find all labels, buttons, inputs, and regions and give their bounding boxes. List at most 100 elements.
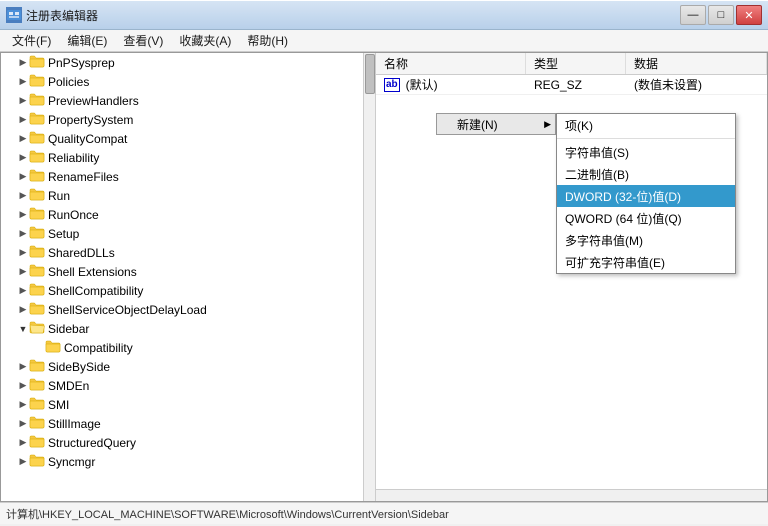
tree-item-label: ShellServiceObjectDelayLoad	[48, 303, 207, 317]
maximize-button[interactable]: □	[708, 5, 734, 25]
tree-item-label: Policies	[48, 75, 89, 89]
tree-scroll-thumb[interactable]	[365, 54, 375, 94]
context-menu-item-string[interactable]: 字符串值(S)	[557, 141, 735, 163]
tree-item-shellserviceobjectdelayload[interactable]: ▶ ShellServiceObjectDelayLoad	[1, 300, 363, 319]
menu-favorites[interactable]: 收藏夹(A)	[171, 30, 239, 51]
menu-view[interactable]: 查看(V)	[115, 30, 171, 51]
folder-closed-icon	[29, 92, 48, 109]
tree-vertical-scrollbar[interactable]	[363, 53, 375, 501]
menu-help[interactable]: 帮助(H)	[239, 30, 296, 51]
tree-item-qualitycompat[interactable]: ▶ QualityCompat	[1, 129, 363, 148]
tree-item-propertysystem[interactable]: ▶ PropertySystem	[1, 110, 363, 129]
app-icon	[6, 7, 22, 23]
new-submenu-trigger[interactable]: 新建(N)	[436, 113, 556, 135]
tree-item-syncmgr[interactable]: ▶ Syncmgr	[1, 452, 363, 471]
tree-arrow-icon: ▶	[17, 304, 29, 316]
tree-item-reliability[interactable]: ▶ Reliability	[1, 148, 363, 167]
folder-closed-icon	[29, 130, 48, 147]
tree-item-sidebar[interactable]: ▼ Sidebar	[1, 319, 363, 338]
tree-item-label: StructuredQuery	[48, 436, 136, 450]
folder-closed-icon	[29, 54, 48, 71]
folder-closed-icon	[29, 187, 48, 204]
tree-item-sidebar-compatibility[interactable]: Compatibility	[1, 338, 363, 357]
tree-item-label: RunOnce	[48, 208, 99, 222]
folder-closed-icon	[29, 168, 48, 185]
tree-item-label: Compatibility	[64, 341, 133, 355]
tree-item-sidebyside[interactable]: ▶ SideBySide	[1, 357, 363, 376]
cell-name: ab(默认)	[376, 76, 526, 93]
context-menu-divider	[557, 138, 735, 139]
tree-scroll-area[interactable]: ▶ PnPSysprep▶ Policies▶ PreviewHandlers▶…	[1, 53, 363, 501]
ab-value-icon: ab	[384, 78, 400, 92]
folder-closed-icon	[29, 282, 48, 299]
folder-closed-icon	[29, 73, 48, 90]
context-menu-area: 新建(N) 项(K)字符串值(S)二进制值(B)DWORD (32-位)值(D)…	[436, 113, 556, 135]
tree-item-run[interactable]: ▶ Run	[1, 186, 363, 205]
horizontal-scrollbar[interactable]	[376, 489, 767, 501]
tree-arrow-icon: ▶	[17, 152, 29, 164]
tree-arrow-icon: ▶	[17, 76, 29, 88]
tree-item-smden[interactable]: ▶ SMDEn	[1, 376, 363, 395]
menu-file[interactable]: 文件(F)	[4, 30, 59, 51]
context-menu: 项(K) 字符串值(S)二进制值(B)DWORD (32-位)值(D)QWORD …	[556, 113, 736, 274]
table-header: 名称 类型 数据	[376, 53, 767, 75]
tree-item-shellcompatibility[interactable]: ▶ ShellCompatibility	[1, 281, 363, 300]
tree-item-shellextensions[interactable]: ▶ Shell Extensions	[1, 262, 363, 281]
context-menu-item-expandstring[interactable]: 可扩充字符串值(E)	[557, 251, 735, 273]
status-bar: 计算机\HKEY_LOCAL_MACHINE\SOFTWARE\Microsof…	[0, 502, 768, 524]
folder-closed-icon	[29, 225, 48, 242]
tree-item-policies[interactable]: ▶ Policies	[1, 72, 363, 91]
folder-open-icon	[29, 320, 48, 337]
tree-item-label: Setup	[48, 227, 79, 241]
table-row[interactable]: ab(默认)REG_SZ(数值未设置)	[376, 75, 767, 95]
title-bar: 注册表编辑器 — □ ✕	[0, 0, 768, 30]
folder-closed-icon	[29, 358, 48, 375]
cell-data: (数值未设置)	[626, 76, 767, 93]
folder-closed-icon	[29, 453, 48, 470]
tree-item-label: PropertySystem	[48, 113, 133, 127]
folder-closed-icon	[45, 339, 64, 356]
tree-arrow-icon: ▶	[17, 190, 29, 202]
main-content: ▶ PnPSysprep▶ Policies▶ PreviewHandlers▶…	[0, 52, 768, 502]
tree-arrow-icon: ▼	[17, 323, 29, 335]
folder-closed-icon	[29, 434, 48, 451]
col-header-type: 类型	[526, 53, 626, 74]
context-menu-item-binary[interactable]: 二进制值(B)	[557, 163, 735, 185]
tree-item-label: Reliability	[48, 151, 99, 165]
tree-item-shareddlls[interactable]: ▶ SharedDLLs	[1, 243, 363, 262]
folder-closed-icon	[29, 111, 48, 128]
context-menu-item-multistring[interactable]: 多字符串值(M)	[557, 229, 735, 251]
col-header-data: 数据	[626, 53, 767, 74]
context-menu-item-key[interactable]: 项(K)	[557, 114, 735, 136]
menu-edit[interactable]: 编辑(E)	[59, 30, 115, 51]
tree-item-label: QualityCompat	[48, 132, 127, 146]
minimize-button[interactable]: —	[680, 5, 706, 25]
folder-closed-icon	[29, 149, 48, 166]
tree-item-setup[interactable]: ▶ Setup	[1, 224, 363, 243]
tree-item-previewhandlers[interactable]: ▶ PreviewHandlers	[1, 91, 363, 110]
tree-arrow-icon: ▶	[17, 57, 29, 69]
folder-closed-icon	[29, 415, 48, 432]
tree-item-pnpsysprep[interactable]: ▶ PnPSysprep	[1, 53, 363, 72]
context-menu-item-qword[interactable]: QWORD (64 位)值(Q)	[557, 207, 735, 229]
tree-item-stillimage[interactable]: ▶ StillImage	[1, 414, 363, 433]
folder-closed-icon	[29, 206, 48, 223]
tree-arrow-icon: ▶	[17, 399, 29, 411]
tree-arrow-icon	[33, 342, 45, 354]
tree-panel: ▶ PnPSysprep▶ Policies▶ PreviewHandlers▶…	[1, 53, 376, 501]
tree-item-label: RenameFiles	[48, 170, 119, 184]
tree-arrow-icon: ▶	[17, 418, 29, 430]
folder-closed-icon	[29, 244, 48, 261]
cell-type: REG_SZ	[526, 78, 626, 92]
folder-closed-icon	[29, 396, 48, 413]
tree-item-smi[interactable]: ▶ SMI	[1, 395, 363, 414]
tree-item-label: Shell Extensions	[48, 265, 137, 279]
tree-arrow-icon: ▶	[17, 266, 29, 278]
tree-item-structuredquery[interactable]: ▶ StructuredQuery	[1, 433, 363, 452]
window-title: 注册表编辑器	[26, 7, 680, 24]
context-menu-item-dword[interactable]: DWORD (32-位)值(D)	[557, 185, 735, 207]
tree-item-renamefiles[interactable]: ▶ RenameFiles	[1, 167, 363, 186]
close-button[interactable]: ✕	[736, 5, 762, 25]
tree-item-runonce[interactable]: ▶ RunOnce	[1, 205, 363, 224]
tree-item-label: PnPSysprep	[48, 56, 115, 70]
